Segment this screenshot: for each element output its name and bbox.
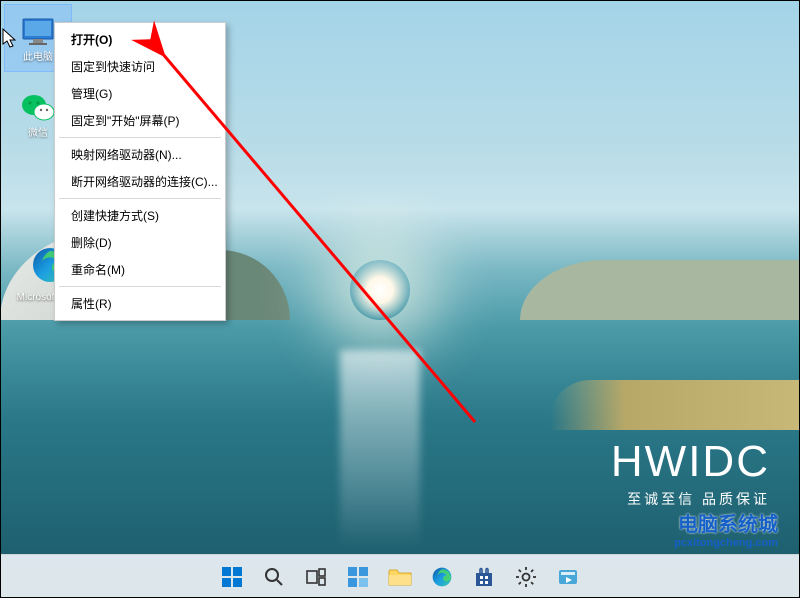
menu-separator [59, 137, 221, 138]
store-button[interactable] [466, 559, 502, 595]
menu-item-disconnect-drive[interactable]: 断开网络驱动器的连接(C)... [57, 168, 223, 195]
desktop-icon-label: 此电脑 [23, 52, 53, 63]
menu-item-pin-quick-access[interactable]: 固定到快速访问 [57, 53, 223, 80]
menu-item-properties[interactable]: 属性(R) [57, 290, 223, 317]
edge-button[interactable] [424, 559, 460, 595]
file-explorer-button[interactable] [382, 559, 418, 595]
menu-separator [59, 286, 221, 287]
wechat-icon [20, 90, 56, 126]
context-menu: 打开(O) 固定到快速访问 管理(G) 固定到"开始"屏幕(P) 映射网络驱动器… [54, 22, 226, 321]
menu-item-map-drive[interactable]: 映射网络驱动器(N)... [57, 141, 223, 168]
wallpaper-grass [550, 380, 800, 430]
start-button[interactable] [214, 559, 250, 595]
menu-item-pin-start[interactable]: 固定到"开始"屏幕(P) [57, 107, 223, 134]
desktop-icon-label: 微信 [28, 128, 48, 139]
watermark-site-url: pcxitongcheng.com [674, 537, 778, 550]
folder-icon [388, 567, 412, 587]
wallpaper-sun [350, 260, 410, 320]
task-view-icon [306, 568, 326, 586]
watermark-site-name: 电脑系统城 [674, 514, 778, 537]
watermark-site: 电脑系统城 pcxitongcheng.com [674, 514, 778, 550]
widgets-button[interactable] [340, 559, 376, 595]
media-app-button[interactable] [550, 559, 586, 595]
menu-item-create-shortcut[interactable]: 创建快捷方式(S) [57, 202, 223, 229]
media-icon [557, 566, 579, 588]
wallpaper-reflection [340, 350, 420, 550]
watermark-title: HWIDC [611, 436, 770, 489]
windows-icon [221, 566, 243, 588]
watermark-subtitle: 至诚至信 品质保证 [611, 491, 770, 508]
gear-icon [515, 566, 537, 588]
watermark-hwidc: HWIDC 至诚至信 品质保证 [611, 436, 770, 508]
menu-item-rename[interactable]: 重命名(M) [57, 256, 223, 283]
menu-item-manage[interactable]: 管理(G) [57, 80, 223, 107]
edge-icon [431, 566, 453, 588]
settings-button[interactable] [508, 559, 544, 595]
task-view-button[interactable] [298, 559, 334, 595]
taskbar [0, 554, 800, 598]
menu-item-open[interactable]: 打开(O) [57, 26, 223, 53]
menu-item-delete[interactable]: 删除(D) [57, 229, 223, 256]
this-pc-icon [20, 14, 56, 50]
search-icon [264, 567, 284, 587]
cursor-icon [2, 28, 20, 50]
widgets-icon [347, 566, 369, 588]
menu-separator [59, 198, 221, 199]
store-icon [473, 566, 495, 588]
search-button[interactable] [256, 559, 292, 595]
